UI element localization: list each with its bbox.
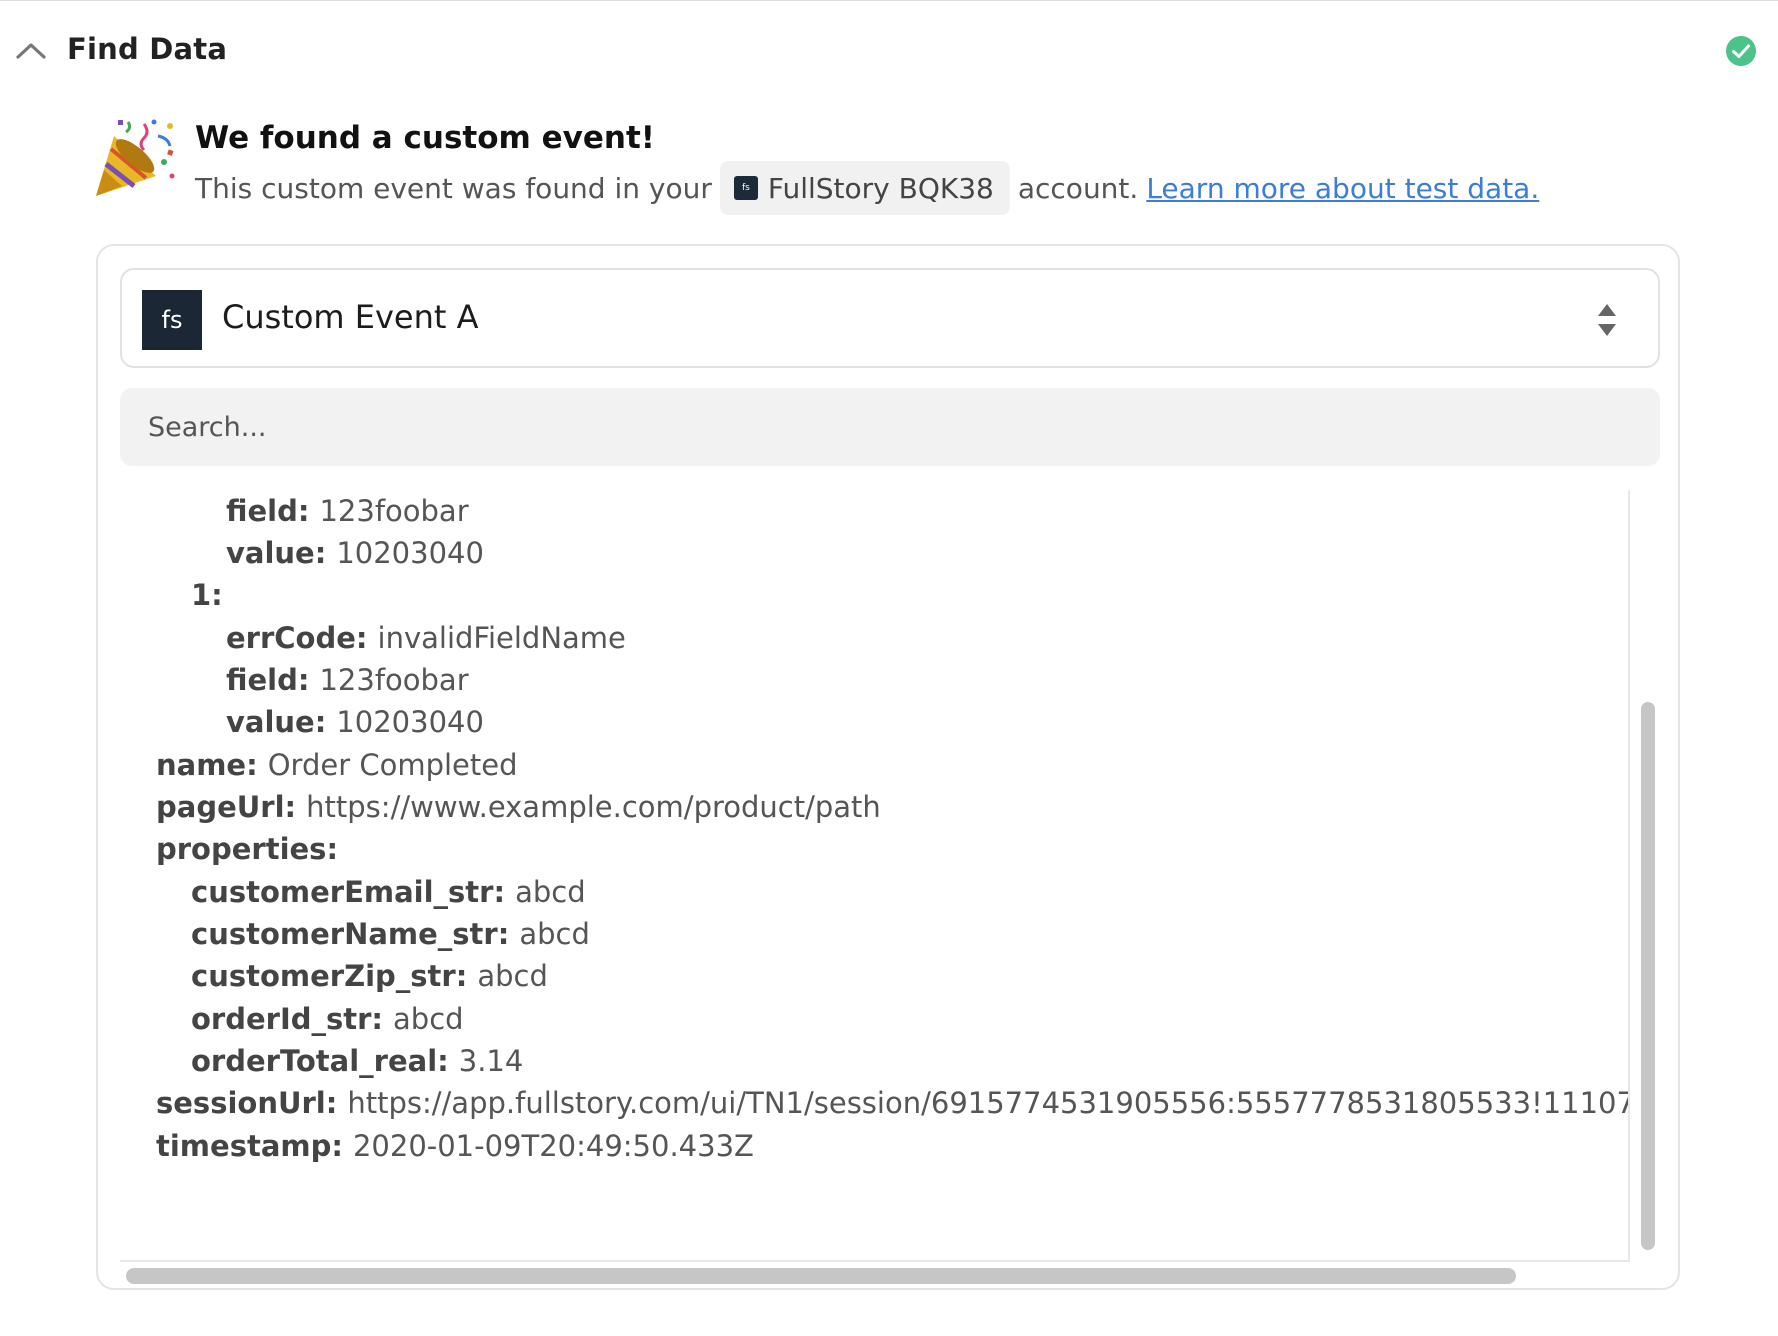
account-chip: fs FullStory BQK38	[719, 161, 1010, 215]
learn-more-link[interactable]: Learn more about test data.	[1146, 172, 1539, 205]
data-key: name:	[156, 748, 258, 782]
data-row: customerEmail_str: abcd	[191, 875, 586, 923]
data-row: errCode: invalidFieldName	[226, 621, 626, 669]
data-value: abcd	[393, 1002, 464, 1036]
vertical-scrollbar[interactable]	[1636, 490, 1658, 1260]
data-key: timestamp:	[156, 1129, 343, 1163]
data-value: abcd	[519, 917, 590, 951]
data-row: value: 10203040	[226, 705, 484, 753]
data-value: 2020-01-09T20:49:50.433Z	[352, 1129, 754, 1163]
top-divider	[0, 0, 1778, 1]
horizontal-scrollbar-thumb[interactable]	[126, 1268, 1516, 1284]
data-row: value: 10203040	[226, 536, 484, 584]
data-row: timestamp: 2020-01-09T20:49:50.433Z	[156, 1129, 754, 1177]
selected-event-name: Custom Event A	[222, 298, 479, 336]
data-row: field: 123foobar	[226, 663, 469, 711]
chevron-up-icon[interactable]	[14, 34, 48, 68]
data-value: https://www.example.com/product/path	[306, 790, 881, 824]
found-description: This custom event was found in your fs F…	[195, 160, 1539, 216]
sort-arrows-icon[interactable]	[1596, 302, 1618, 338]
check-circle-icon	[1726, 36, 1756, 66]
event-data-panel: fs Custom Event A field:123foobarvalue:1…	[96, 244, 1680, 1290]
data-key: value:	[226, 705, 327, 739]
fullstory-logo-icon: fs	[142, 290, 202, 350]
data-value: 10203040	[336, 705, 484, 739]
data-row: sessionUrl: https://app.fullstory.com/ui/…	[156, 1086, 1630, 1134]
data-tree[interactable]: field: 123foobar value: 10203040 1: errCode: i…	[120, 490, 1630, 1262]
data-key: orderId_str:	[191, 1002, 384, 1036]
data-row: customerName_str: abcd	[191, 917, 590, 965]
data-value: https://app.fullstory.com/ui/TN1/session…	[347, 1086, 1630, 1120]
search-input[interactable]	[120, 388, 1660, 466]
data-value: abcd	[515, 875, 586, 909]
data-value: 123foobar	[319, 663, 469, 697]
data-row: name: Order Completed	[156, 748, 518, 796]
data-key: properties:	[156, 832, 339, 866]
data-key: customerZip_str:	[191, 959, 468, 993]
data-row: orderTotal_real: 3.14	[191, 1044, 523, 1092]
data-key: customerEmail_str:	[191, 875, 506, 909]
event-selector[interactable]: fs Custom Event A	[120, 268, 1660, 368]
data-row: field: 123foobar	[226, 494, 469, 542]
found-text-before: This custom event was found in your	[195, 171, 712, 205]
data-key: errCode:	[226, 621, 368, 655]
data-key: value:	[226, 536, 327, 570]
data-value: Order Completed	[267, 748, 518, 782]
data-value: 3.14	[458, 1044, 524, 1078]
data-key: orderTotal_real:	[191, 1044, 449, 1078]
data-value: 10203040	[336, 536, 484, 570]
data-value: invalidFieldName	[377, 621, 626, 655]
data-row: properties:	[156, 832, 348, 880]
vertical-scrollbar-thumb[interactable]	[1641, 702, 1655, 1250]
section-title: Find Data	[67, 32, 228, 66]
data-key: customerName_str:	[191, 917, 510, 951]
data-value: 123foobar	[319, 494, 469, 528]
fullstory-logo-icon: fs	[733, 176, 758, 200]
found-title: We found a custom event!	[195, 120, 655, 156]
find-data-page: Find Data We found a custom event! This …	[0, 0, 1778, 1336]
found-text-after: account.	[1017, 171, 1139, 205]
data-key: pageUrl:	[156, 790, 297, 824]
data-value: abcd	[477, 959, 548, 993]
data-key: sessionUrl:	[156, 1086, 338, 1120]
data-key: field:	[226, 494, 310, 528]
data-key: 1:	[191, 578, 223, 612]
data-row: orderId_str: abcd	[191, 1002, 464, 1050]
party-popper-icon	[96, 119, 175, 196]
data-row: customerZip_str: abcd	[191, 959, 548, 1007]
account-name: FullStory BQK38	[767, 171, 994, 205]
found-message: We found a custom event! This custom eve…	[92, 116, 1692, 226]
section-header[interactable]: Find Data	[0, 18, 1778, 82]
data-key: field:	[226, 663, 310, 697]
data-row: pageUrl: https://www.example.com/product/…	[156, 790, 881, 838]
data-row: 1:	[191, 578, 233, 626]
